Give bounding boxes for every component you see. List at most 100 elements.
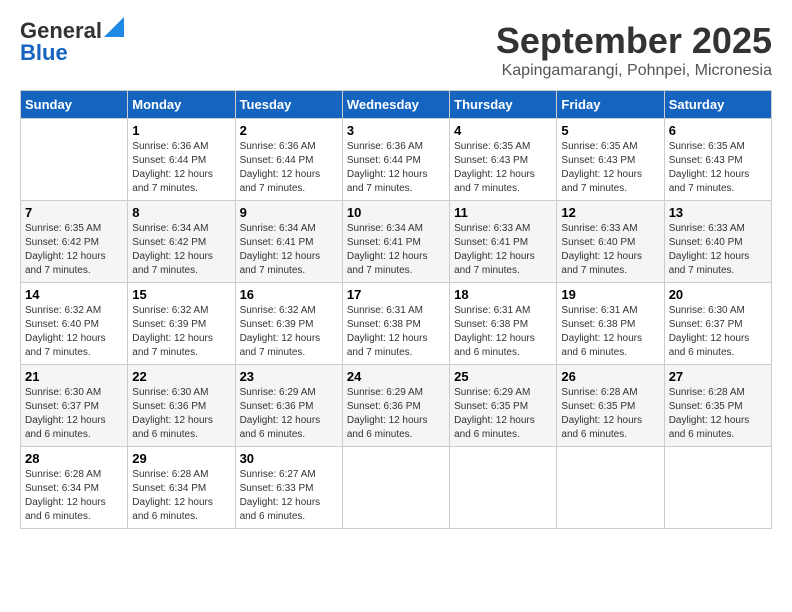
calendar-cell: 18Sunrise: 6:31 AM Sunset: 6:38 PM Dayli… xyxy=(450,283,557,365)
calendar-cell: 7 Sunrise: 6:35 AM Sunset: 6:42 PM Daylig… xyxy=(21,201,128,283)
day-number: 13 xyxy=(669,205,767,220)
calendar-cell: 6 Sunrise: 6:35 AM Sunset: 6:43 PM Daylig… xyxy=(664,119,771,201)
calendar-cell: 10Sunrise: 6:34 AM Sunset: 6:41 PM Dayli… xyxy=(342,201,449,283)
month-title: September 2025 xyxy=(496,20,772,62)
day-number: 14 xyxy=(25,287,123,302)
day-number: 24 xyxy=(347,369,445,384)
day-number: 16 xyxy=(240,287,338,302)
day-info: Sunrise: 6:35 AM Sunset: 6:43 PM Dayligh… xyxy=(669,140,767,196)
day-number: 3 xyxy=(347,123,445,138)
day-number: 29 xyxy=(132,451,230,466)
logo-icon xyxy=(104,17,124,37)
header: General Blue September 2025 Kapingamaran… xyxy=(20,20,772,80)
day-number: 19 xyxy=(561,287,659,302)
day-info: Sunrise: 6:28 AM Sunset: 6:34 PM Dayligh… xyxy=(25,468,123,524)
calendar-cell: 22Sunrise: 6:30 AM Sunset: 6:36 PM Dayli… xyxy=(128,365,235,447)
day-info: Sunrise: 6:31 AM Sunset: 6:38 PM Dayligh… xyxy=(347,304,445,360)
day-header-sunday: Sunday xyxy=(21,91,128,119)
day-header-tuesday: Tuesday xyxy=(235,91,342,119)
calendar-header-row: SundayMondayTuesdayWednesdayThursdayFrid… xyxy=(21,91,772,119)
calendar-cell: 26 Sunrise: 6:28 AM Sunset: 6:35 PM Dayli… xyxy=(557,365,664,447)
calendar-cell: 2 Sunrise: 6:36 AM Sunset: 6:44 PM Daylig… xyxy=(235,119,342,201)
day-info: Sunrise: 6:35 AM Sunset: 6:43 PM Dayligh… xyxy=(561,140,659,196)
day-info: Sunrise: 6:36 AM Sunset: 6:44 PM Dayligh… xyxy=(347,140,445,196)
day-number: 20 xyxy=(669,287,767,302)
calendar-cell: 4Sunrise: 6:35 AM Sunset: 6:43 PM Daylig… xyxy=(450,119,557,201)
day-header-wednesday: Wednesday xyxy=(342,91,449,119)
calendar-cell: 27 Sunrise: 6:28 AM Sunset: 6:35 PM Dayli… xyxy=(664,365,771,447)
logo-blue-text: Blue xyxy=(20,42,68,64)
calendar-cell: 5 Sunrise: 6:35 AM Sunset: 6:43 PM Daylig… xyxy=(557,119,664,201)
day-number: 25 xyxy=(454,369,552,384)
day-info: Sunrise: 6:33 AM Sunset: 6:40 PM Dayligh… xyxy=(561,222,659,278)
day-info: Sunrise: 6:32 AM Sunset: 6:39 PM Dayligh… xyxy=(132,304,230,360)
day-number: 17 xyxy=(347,287,445,302)
day-info: Sunrise: 6:35 AM Sunset: 6:43 PM Dayligh… xyxy=(454,140,552,196)
calendar-cell: 13 Sunrise: 6:33 AM Sunset: 6:40 PM Dayli… xyxy=(664,201,771,283)
day-info: Sunrise: 6:36 AM Sunset: 6:44 PM Dayligh… xyxy=(132,140,230,196)
day-info: Sunrise: 6:28 AM Sunset: 6:34 PM Dayligh… xyxy=(132,468,230,524)
day-number: 30 xyxy=(240,451,338,466)
calendar-cell: 14 Sunrise: 6:32 AM Sunset: 6:40 PM Dayli… xyxy=(21,283,128,365)
title-area: September 2025 Kapingamarangi, Pohnpei, … xyxy=(496,20,772,80)
day-info: Sunrise: 6:30 AM Sunset: 6:37 PM Dayligh… xyxy=(25,386,123,442)
day-info: Sunrise: 6:33 AM Sunset: 6:40 PM Dayligh… xyxy=(669,222,767,278)
calendar-cell: 9 Sunrise: 6:34 AM Sunset: 6:41 PM Daylig… xyxy=(235,201,342,283)
calendar-week-row: 21 Sunrise: 6:30 AM Sunset: 6:37 PM Dayli… xyxy=(21,365,772,447)
day-number: 26 xyxy=(561,369,659,384)
calendar-cell: 3 Sunrise: 6:36 AM Sunset: 6:44 PM Daylig… xyxy=(342,119,449,201)
day-info: Sunrise: 6:28 AM Sunset: 6:35 PM Dayligh… xyxy=(669,386,767,442)
day-number: 15 xyxy=(132,287,230,302)
calendar-body: 1 Sunrise: 6:36 AM Sunset: 6:44 PM Daylig… xyxy=(21,119,772,529)
day-info: Sunrise: 6:33 AM Sunset: 6:41 PM Dayligh… xyxy=(454,222,552,278)
day-info: Sunrise: 6:36 AM Sunset: 6:44 PM Dayligh… xyxy=(240,140,338,196)
day-number: 21 xyxy=(25,369,123,384)
logo-general-text: General xyxy=(20,20,102,42)
calendar-cell: 29 Sunrise: 6:28 AM Sunset: 6:34 PM Dayli… xyxy=(128,447,235,529)
day-info: Sunrise: 6:30 AM Sunset: 6:36 PM Dayligh… xyxy=(132,386,230,442)
day-info: Sunrise: 6:34 AM Sunset: 6:41 PM Dayligh… xyxy=(347,222,445,278)
calendar-cell xyxy=(21,119,128,201)
day-number: 2 xyxy=(240,123,338,138)
calendar: SundayMondayTuesdayWednesdayThursdayFrid… xyxy=(20,90,772,529)
day-info: Sunrise: 6:28 AM Sunset: 6:35 PM Dayligh… xyxy=(561,386,659,442)
calendar-cell: 21 Sunrise: 6:30 AM Sunset: 6:37 PM Dayli… xyxy=(21,365,128,447)
day-number: 28 xyxy=(25,451,123,466)
calendar-week-row: 14 Sunrise: 6:32 AM Sunset: 6:40 PM Dayli… xyxy=(21,283,772,365)
day-info: Sunrise: 6:30 AM Sunset: 6:37 PM Dayligh… xyxy=(669,304,767,360)
calendar-cell: 12 Sunrise: 6:33 AM Sunset: 6:40 PM Dayli… xyxy=(557,201,664,283)
calendar-cell: 19 Sunrise: 6:31 AM Sunset: 6:38 PM Dayli… xyxy=(557,283,664,365)
calendar-week-row: 28 Sunrise: 6:28 AM Sunset: 6:34 PM Dayli… xyxy=(21,447,772,529)
logo: General Blue xyxy=(20,20,124,64)
day-info: Sunrise: 6:27 AM Sunset: 6:33 PM Dayligh… xyxy=(240,468,338,524)
day-number: 5 xyxy=(561,123,659,138)
calendar-cell: 1 Sunrise: 6:36 AM Sunset: 6:44 PM Daylig… xyxy=(128,119,235,201)
day-info: Sunrise: 6:29 AM Sunset: 6:36 PM Dayligh… xyxy=(240,386,338,442)
calendar-cell: 23Sunrise: 6:29 AM Sunset: 6:36 PM Dayli… xyxy=(235,365,342,447)
day-number: 27 xyxy=(669,369,767,384)
day-number: 9 xyxy=(240,205,338,220)
calendar-cell xyxy=(664,447,771,529)
calendar-cell: 24Sunrise: 6:29 AM Sunset: 6:36 PM Dayli… xyxy=(342,365,449,447)
calendar-week-row: 7 Sunrise: 6:35 AM Sunset: 6:42 PM Daylig… xyxy=(21,201,772,283)
day-header-monday: Monday xyxy=(128,91,235,119)
calendar-cell: 11Sunrise: 6:33 AM Sunset: 6:41 PM Dayli… xyxy=(450,201,557,283)
day-number: 12 xyxy=(561,205,659,220)
day-number: 8 xyxy=(132,205,230,220)
subtitle: Kapingamarangi, Pohnpei, Micronesia xyxy=(496,62,772,80)
calendar-cell: 25 Sunrise: 6:29 AM Sunset: 6:35 PM Dayli… xyxy=(450,365,557,447)
day-header-friday: Friday xyxy=(557,91,664,119)
day-info: Sunrise: 6:32 AM Sunset: 6:40 PM Dayligh… xyxy=(25,304,123,360)
calendar-cell: 30 Sunrise: 6:27 AM Sunset: 6:33 PM Dayli… xyxy=(235,447,342,529)
day-number: 6 xyxy=(669,123,767,138)
day-info: Sunrise: 6:29 AM Sunset: 6:35 PM Dayligh… xyxy=(454,386,552,442)
day-info: Sunrise: 6:35 AM Sunset: 6:42 PM Dayligh… xyxy=(25,222,123,278)
calendar-cell xyxy=(450,447,557,529)
day-header-saturday: Saturday xyxy=(664,91,771,119)
day-info: Sunrise: 6:31 AM Sunset: 6:38 PM Dayligh… xyxy=(561,304,659,360)
day-info: Sunrise: 6:34 AM Sunset: 6:41 PM Dayligh… xyxy=(240,222,338,278)
day-number: 1 xyxy=(132,123,230,138)
calendar-week-row: 1 Sunrise: 6:36 AM Sunset: 6:44 PM Daylig… xyxy=(21,119,772,201)
day-number: 7 xyxy=(25,205,123,220)
calendar-cell: 20 Sunrise: 6:30 AM Sunset: 6:37 PM Dayli… xyxy=(664,283,771,365)
